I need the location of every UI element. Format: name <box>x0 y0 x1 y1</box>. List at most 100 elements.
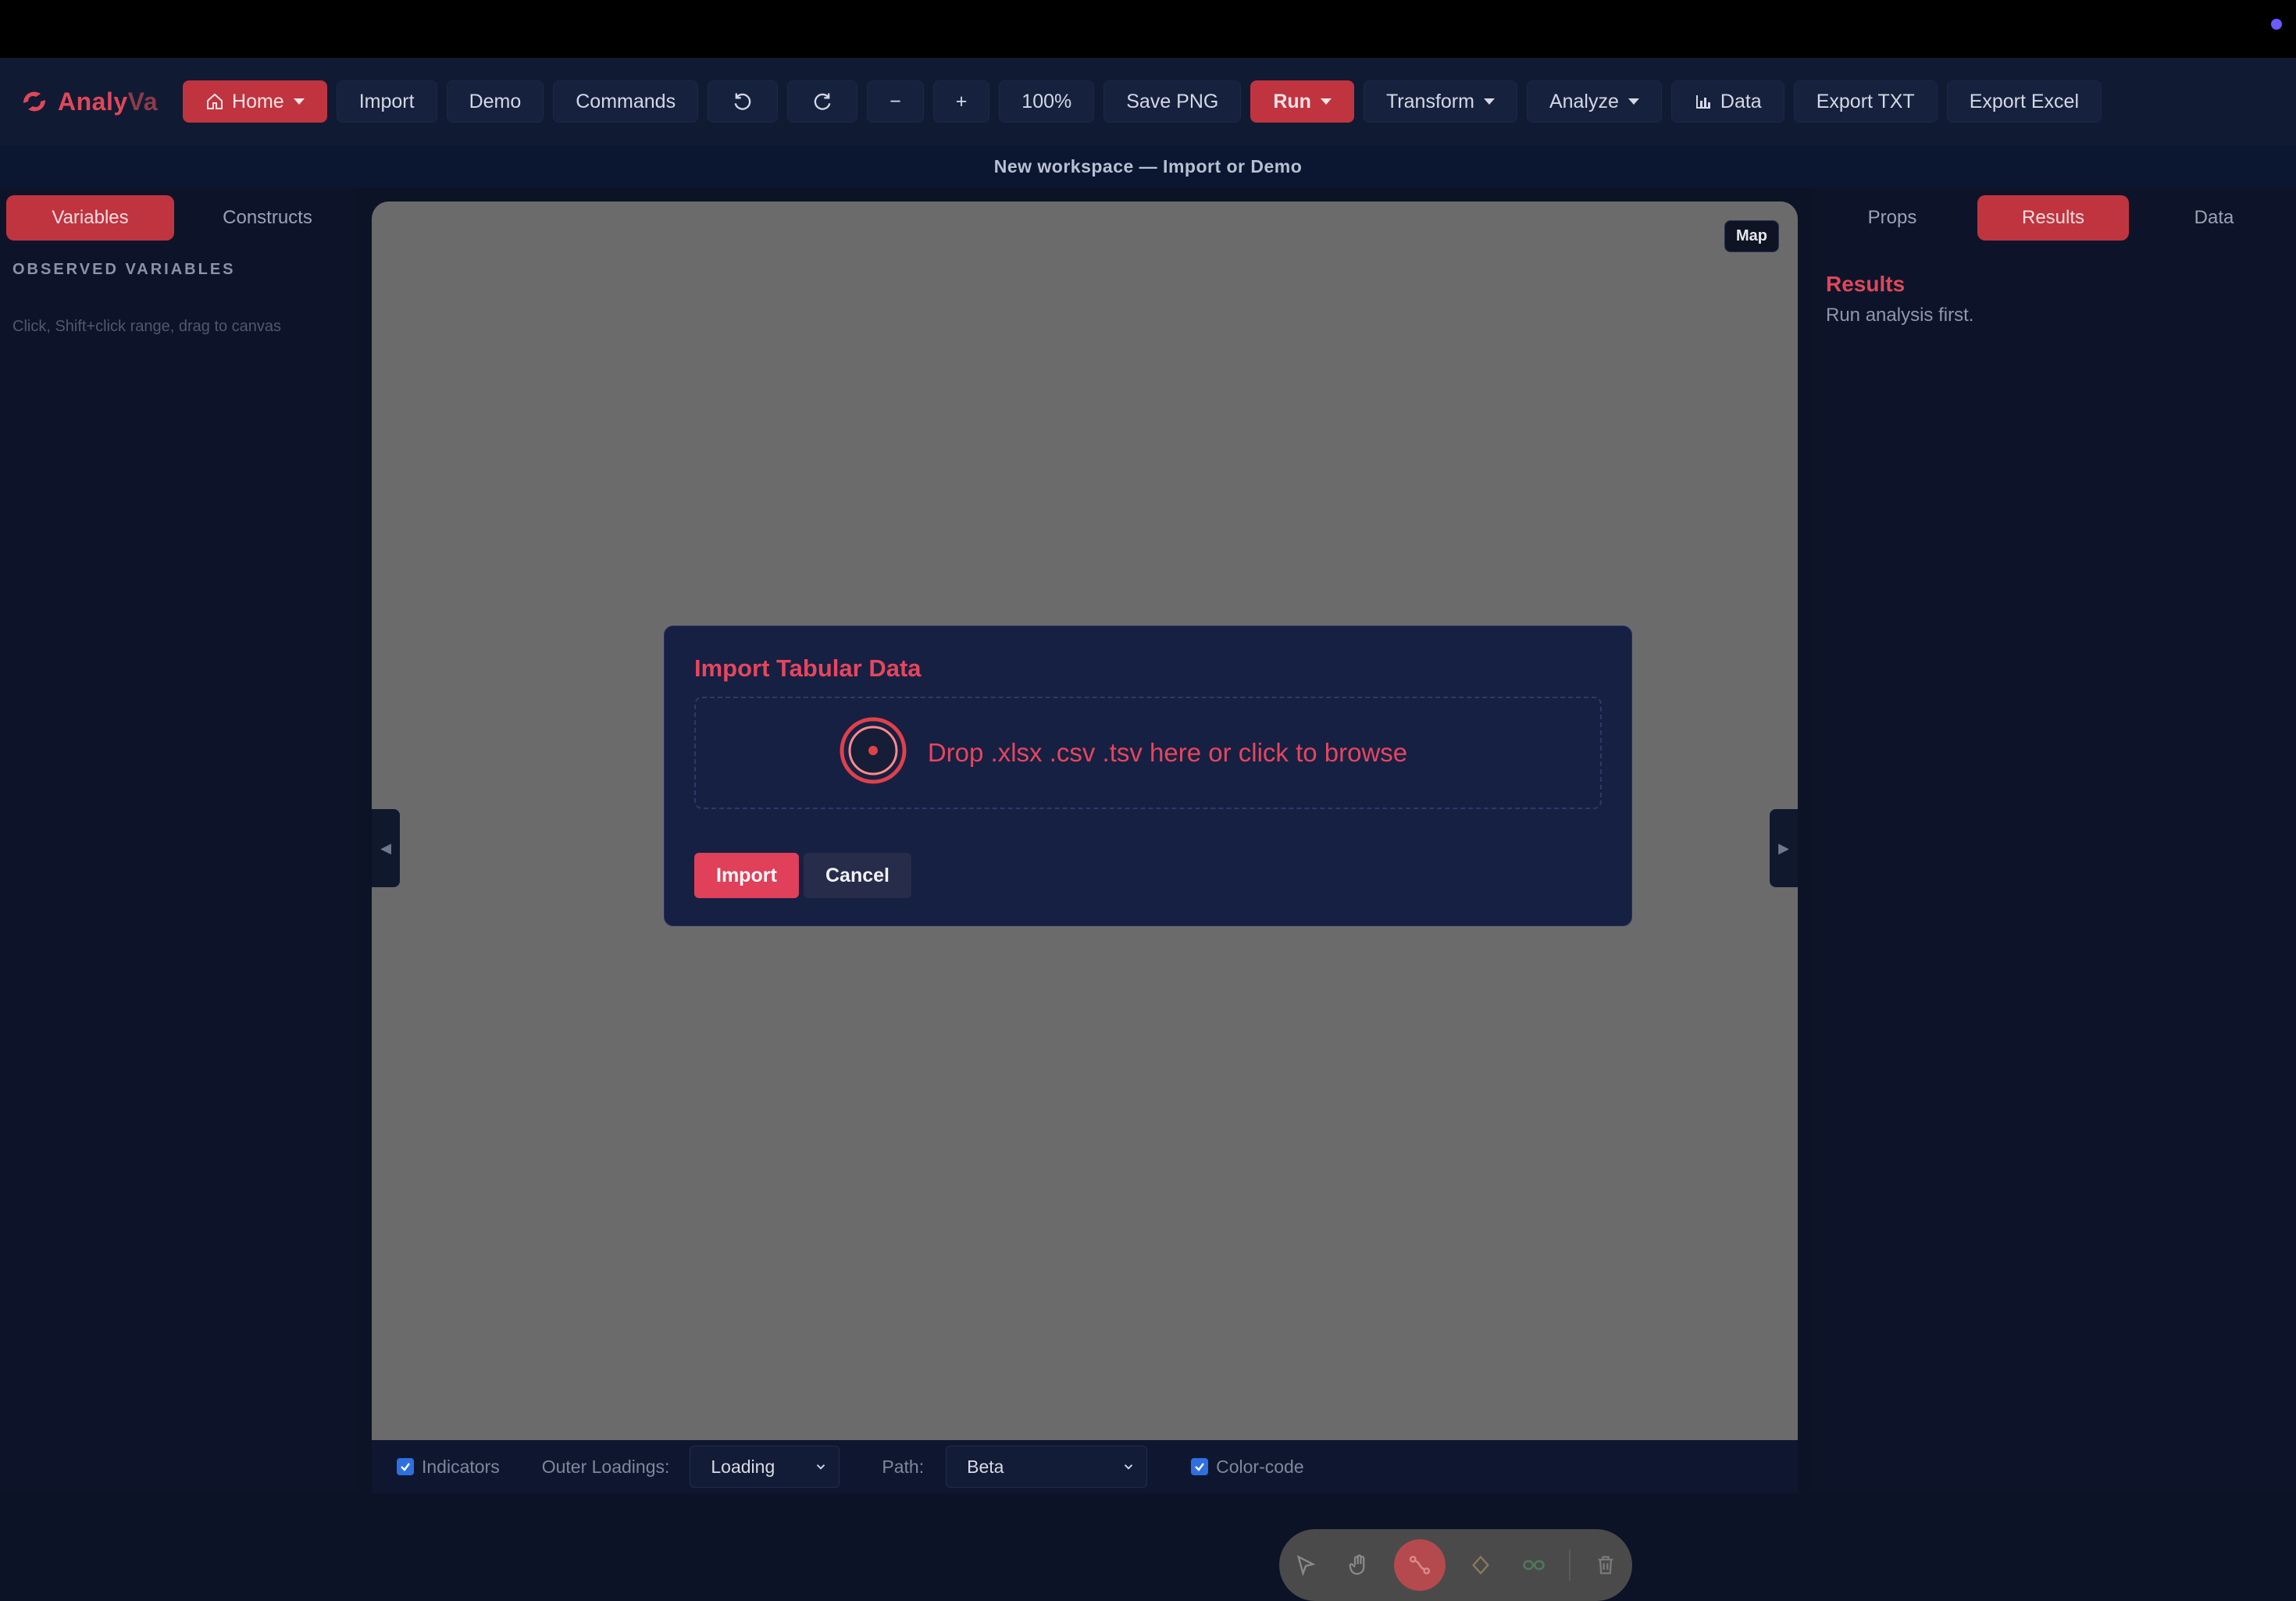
chevron-down-icon <box>293 98 305 105</box>
commands-button[interactable]: Commands <box>553 80 699 123</box>
home-button-label: Home <box>232 90 284 112</box>
right-arrow-icon: ▶ <box>1778 840 1789 856</box>
tab-props[interactable]: Props <box>1816 195 1968 241</box>
minimap-button[interactable]: Map <box>1724 220 1779 252</box>
analyze-button-label: Analyze <box>1549 90 1619 112</box>
tab-variables-label: Variables <box>52 207 129 228</box>
path-select[interactable]: Beta <box>946 1446 1148 1488</box>
trash-icon <box>1598 1556 1613 1574</box>
outer-loadings-select[interactable]: Loading <box>690 1446 840 1488</box>
logo-icon <box>23 91 45 112</box>
collapse-left-panel-handle[interactable]: ◀ <box>372 809 400 887</box>
left-panel-tabs: Variables Constructs <box>0 187 358 250</box>
import-dialog: Import Tabular Data Drop .xlsx .csv .tsv… <box>664 626 1632 926</box>
redo-button[interactable] <box>787 80 858 123</box>
tab-constructs[interactable]: Constructs <box>184 195 351 241</box>
zoom-in-button[interactable]: + <box>932 80 990 123</box>
chevron-down-icon <box>1124 1464 1133 1470</box>
check-icon <box>397 1458 414 1475</box>
zoom-level-button[interactable]: 100% <box>999 80 1095 123</box>
import-button-label: Import <box>358 90 415 112</box>
results-title: Results <box>1826 272 1906 296</box>
chevron-down-icon <box>1483 98 1495 105</box>
export-excel-button[interactable]: Export Excel <box>1946 80 2102 123</box>
right-panel: Props Results Data Results Run analysis … <box>1810 187 2296 1493</box>
run-button[interactable]: Run <box>1250 80 1354 123</box>
link-tool[interactable] <box>1516 1547 1552 1583</box>
variables-hint: Click, Shift+click range, drag to canvas <box>12 318 282 335</box>
observed-variables-title: OBSERVED VARIABLES <box>12 261 236 278</box>
export-txt-button[interactable]: Export TXT <box>1793 80 1938 123</box>
check-icon <box>1191 1458 1209 1475</box>
run-button-label: Run <box>1273 90 1311 112</box>
data-button-label: Data <box>1720 90 1762 112</box>
path-label: Path: <box>882 1456 925 1477</box>
app-logo: AnalyVa <box>19 86 158 117</box>
transform-button[interactable]: Transform <box>1363 80 1517 123</box>
dropzone-text: Drop .xlsx .csv .tsv here or click to br… <box>927 738 1408 767</box>
main-toolbar: AnalyVa Home Import Demo Commands − + 10… <box>0 58 2296 145</box>
workspace-banner: New workspace — Import or Demo <box>0 145 2296 187</box>
app-name: AnalyVa <box>58 87 158 116</box>
import-button[interactable]: Import <box>336 80 437 123</box>
canvas-statusbar: Indicators Outer Loadings: Loading Path:… <box>372 1440 1798 1493</box>
tab-results[interactable]: Results <box>1977 195 2129 241</box>
path-value: Beta <box>967 1456 1004 1477</box>
tab-data[interactable]: Data <box>2138 195 2290 241</box>
outer-loadings-label: Outer Loadings: <box>541 1456 670 1477</box>
cancel-button[interactable]: Cancel <box>804 853 911 898</box>
data-button[interactable]: Data <box>1670 80 1784 123</box>
demo-button[interactable]: Demo <box>446 80 544 123</box>
tab-data-label: Data <box>2194 207 2234 228</box>
zoom-out-button[interactable]: − <box>867 80 924 123</box>
chevron-down-icon <box>817 1464 825 1470</box>
connect-tool[interactable] <box>1394 1539 1446 1591</box>
collapse-right-panel-handle[interactable]: ▶ <box>1770 809 1798 887</box>
redo-icon <box>814 93 831 110</box>
cursor-target-icon <box>840 717 907 784</box>
import-confirm-button[interactable]: Import <box>694 853 799 898</box>
app-name-part2: Va <box>127 87 159 116</box>
tab-constructs-label: Constructs <box>223 207 312 228</box>
home-icon <box>207 93 223 109</box>
color-code-label: Color-code <box>1216 1456 1304 1477</box>
chevron-down-icon <box>1628 98 1639 105</box>
dialog-title: Import Tabular Data <box>694 654 922 682</box>
tab-variables[interactable]: Variables <box>6 195 174 241</box>
indicators-checkbox[interactable]: Indicators <box>397 1457 500 1478</box>
right-panel-tabs: Props Results Data <box>1810 187 2296 250</box>
tool-separator <box>1569 1549 1570 1581</box>
hand-icon <box>1349 1554 1365 1575</box>
indicators-label: Indicators <box>422 1456 500 1477</box>
tab-results-label: Results <box>2021 207 2085 228</box>
zoom-out-label: − <box>890 90 901 112</box>
export-txt-label: Export TXT <box>1816 90 1915 112</box>
pointer-icon <box>1296 1555 1316 1576</box>
connector-icon <box>1409 1556 1431 1574</box>
link-icon <box>1523 1560 1545 1571</box>
zoom-in-label: + <box>955 90 968 112</box>
home-button[interactable]: Home <box>183 80 327 123</box>
file-dropzone[interactable]: Drop .xlsx .csv .tsv here or click to br… <box>694 697 1602 809</box>
analyze-button[interactable]: Analyze <box>1526 80 1662 123</box>
left-panel: Variables Constructs OBSERVED VARIABLES … <box>0 187 358 1493</box>
app-name-part1: Analy <box>58 87 128 116</box>
chevron-down-icon <box>1320 98 1332 105</box>
select-tool[interactable] <box>1288 1547 1324 1583</box>
pan-tool[interactable] <box>1341 1547 1377 1583</box>
zoom-level-value: 100% <box>1021 90 1072 112</box>
results-message: Run analysis first. <box>1826 305 1974 326</box>
undo-button[interactable] <box>708 80 779 123</box>
status-dot <box>2271 19 2282 30</box>
add-construct-tool[interactable] <box>1463 1547 1499 1583</box>
bar-chart-icon <box>1695 95 1710 109</box>
top-system-bar <box>0 0 2296 58</box>
workspace-banner-text: New workspace — Import or Demo <box>993 155 1303 177</box>
export-excel-label: Export Excel <box>1969 90 2080 112</box>
save-png-button[interactable]: Save PNG <box>1103 80 1242 123</box>
delete-tool[interactable] <box>1588 1547 1624 1583</box>
color-code-checkbox[interactable]: Color-code <box>1191 1457 1304 1478</box>
commands-button-label: Commands <box>576 90 676 112</box>
canvas-tool-palette <box>1279 1529 1632 1601</box>
undo-icon <box>734 93 751 110</box>
